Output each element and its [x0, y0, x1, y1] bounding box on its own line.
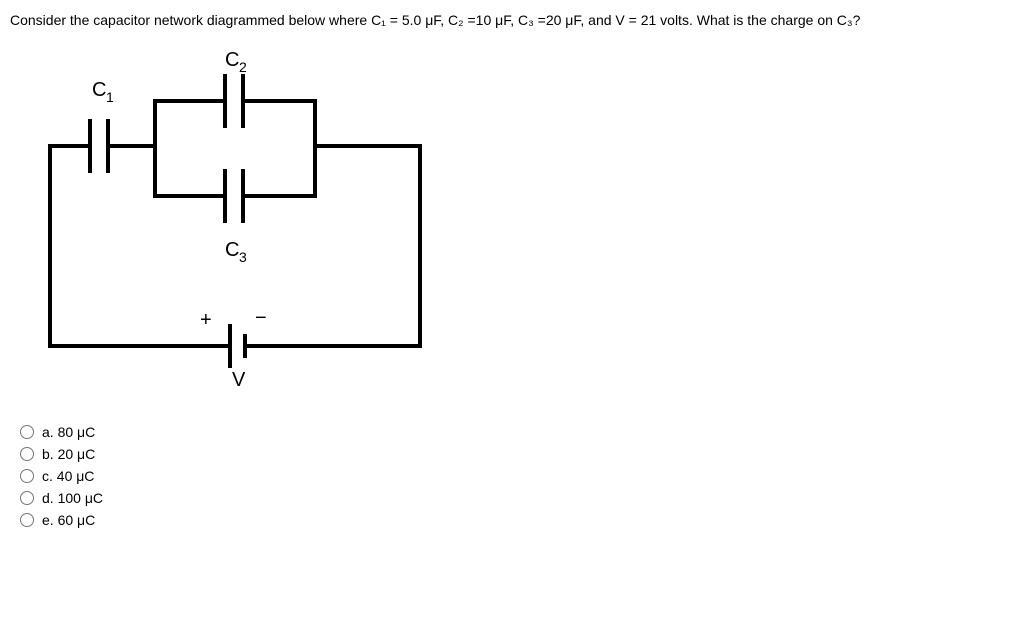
option-c-label: c. 40 μC	[42, 468, 94, 484]
radio-b[interactable]	[20, 447, 34, 461]
c2-label: C	[225, 51, 239, 71]
option-d[interactable]: d. 100 μC	[20, 490, 1014, 506]
circuit-diagram: C 1 C 2 C 3 V + −	[40, 51, 1014, 394]
radio-c[interactable]	[20, 469, 34, 483]
option-d-label: d. 100 μC	[42, 490, 103, 506]
option-a-label: a. 80 μC	[42, 424, 95, 440]
c1-label: C	[92, 79, 106, 101]
svg-text:3: 3	[239, 249, 247, 265]
option-b-label: b. 20 μC	[42, 446, 95, 462]
v-label: V	[232, 369, 246, 391]
option-e[interactable]: e. 60 μC	[20, 512, 1014, 528]
question-text: Consider the capacitor network diagramme…	[10, 10, 1014, 31]
radio-a[interactable]	[20, 425, 34, 439]
minus-label: −	[255, 307, 267, 329]
option-b[interactable]: b. 20 μC	[20, 446, 1014, 462]
answer-options: a. 80 μC b. 20 μC c. 40 μC d. 100 μC e. …	[20, 424, 1014, 528]
radio-e[interactable]	[20, 513, 34, 527]
option-a[interactable]: a. 80 μC	[20, 424, 1014, 440]
option-c[interactable]: c. 40 μC	[20, 468, 1014, 484]
svg-text:2: 2	[239, 59, 247, 75]
c3-label: C	[225, 239, 239, 261]
svg-text:1: 1	[106, 89, 114, 105]
radio-d[interactable]	[20, 491, 34, 505]
option-e-label: e. 60 μC	[42, 512, 95, 528]
plus-label: +	[200, 309, 212, 331]
